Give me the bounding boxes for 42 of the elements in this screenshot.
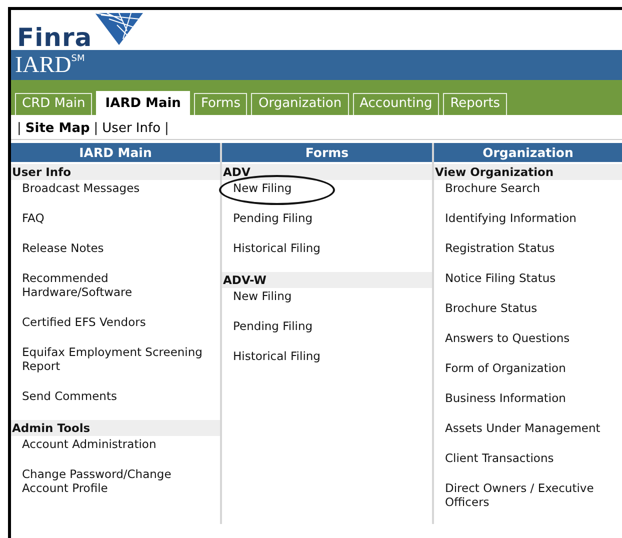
menu-link[interactable]: New Filing xyxy=(222,288,432,318)
menu-link[interactable]: Historical Filing xyxy=(222,240,432,270)
group-heading: Admin Tools xyxy=(11,420,220,436)
column-header: Forms xyxy=(222,143,432,162)
nav-tab[interactable]: IARD Main xyxy=(96,91,190,115)
group-heading: ADV xyxy=(222,164,432,180)
menu-link[interactable]: Registration Status xyxy=(434,240,622,270)
menu-link[interactable]: Form of Organization xyxy=(434,360,622,390)
menu-link[interactable]: Pending Filing xyxy=(222,318,432,348)
menu-link[interactable]: Certified EFS Vendors xyxy=(11,314,220,344)
menu-link[interactable]: Answers to Questions xyxy=(434,330,622,360)
menu-link[interactable]: New Filing xyxy=(222,180,432,210)
menu-link[interactable]: Business Information xyxy=(434,390,622,420)
separator: | xyxy=(17,120,22,138)
menu-link[interactable]: Change Password/Change Account Profile xyxy=(11,466,220,510)
menu-link[interactable]: Send Comments xyxy=(11,388,220,418)
subnav-link[interactable]: User Info xyxy=(102,119,161,139)
column-header: IARD Main xyxy=(11,143,220,162)
menu-link[interactable]: FAQ xyxy=(11,210,220,240)
separator: | xyxy=(94,120,98,138)
logo-text: Finra xyxy=(17,25,92,50)
group-heading: ADV-W xyxy=(222,272,432,288)
menu-link[interactable]: Equifax Employment Screening Report xyxy=(11,344,220,388)
menu-link[interactable]: Historical Filing xyxy=(222,348,432,378)
menu-link[interactable]: Account Administration xyxy=(11,436,220,466)
menu-link[interactable]: Brochure Search xyxy=(434,180,622,210)
product-title: IARD$^{SM}$ xyxy=(15,52,85,77)
subnav-link[interactable]: Site Map xyxy=(25,119,90,139)
menu-link[interactable]: Assets Under Management xyxy=(434,420,622,450)
group-heading: View Organization xyxy=(434,164,622,180)
group-heading: User Info xyxy=(11,164,220,180)
menu-link[interactable]: Brochure Status xyxy=(434,300,622,330)
menu-link[interactable]: Identifying Information xyxy=(434,210,622,240)
menu-link[interactable]: Broadcast Messages xyxy=(11,180,220,210)
menu-link[interactable]: Direct Owners / Executive Officers xyxy=(434,480,622,524)
menu-link[interactable]: Pending Filing xyxy=(222,210,432,240)
menu-link[interactable]: Client Transactions xyxy=(434,450,622,480)
menu-link[interactable]: Recommended Hardware/Software xyxy=(11,270,220,314)
menu-link[interactable]: Notice Filing Status xyxy=(434,270,622,300)
column-header: Organization xyxy=(434,143,622,162)
separator: | xyxy=(164,120,169,138)
menu-link[interactable]: Release Notes xyxy=(11,240,220,270)
